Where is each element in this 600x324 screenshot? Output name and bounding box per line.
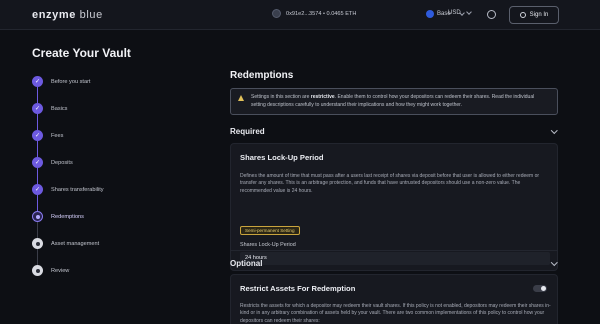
wallet-avatar-icon bbox=[272, 9, 281, 18]
check-icon: ✓ bbox=[32, 103, 43, 114]
step-deposits[interactable]: ✓ Deposits bbox=[32, 149, 192, 184]
pending-step-icon bbox=[32, 265, 43, 276]
restrict-title: Restrict Assets For Redemption bbox=[240, 284, 356, 293]
step-label: Deposits bbox=[51, 159, 73, 166]
warning-text-pre: Settings in this section are bbox=[251, 94, 311, 100]
main-content: Redemptions Settings in this section are… bbox=[230, 70, 560, 324]
step-review[interactable]: Review bbox=[32, 257, 192, 284]
top-bar: enzyme blue 0x91e2...3574 • 0.0465 ETH B… bbox=[0, 0, 600, 30]
chevron-down-icon bbox=[465, 9, 472, 15]
warning-icon bbox=[238, 95, 244, 101]
enzyme-logo[interactable]: enzyme blue bbox=[32, 9, 103, 21]
lockup-title: Shares Lock-Up Period bbox=[240, 153, 324, 162]
page-title: Create Your Vault bbox=[32, 46, 131, 60]
restrict-assets-card: Restrict Assets For Redemption Restricts… bbox=[230, 274, 558, 324]
lockup-period-input[interactable]: 24 hours bbox=[240, 252, 550, 265]
restrictive-warning: Settings in this section are restrictive… bbox=[230, 88, 558, 115]
wallet-address: 0x91e2...3574 • 0.0465 ETH bbox=[286, 10, 357, 17]
check-icon: ✓ bbox=[32, 76, 43, 87]
section-title: Redemptions bbox=[230, 70, 294, 81]
lockup-description: Defines the amount of time that must pas… bbox=[240, 173, 540, 194]
wallet-button[interactable]: 0x91e2...3574 • 0.0465 ETH bbox=[272, 9, 356, 18]
step-fees[interactable]: ✓ Fees bbox=[32, 122, 192, 157]
current-step-icon bbox=[32, 211, 43, 222]
chevron-down-icon[interactable] bbox=[550, 127, 557, 134]
step-label: Shares transferability bbox=[51, 186, 104, 193]
divider bbox=[230, 250, 558, 251]
theme-toggle-icon[interactable] bbox=[487, 10, 496, 19]
pending-step-icon bbox=[32, 238, 43, 249]
lockup-period-card: Shares Lock-Up Period Defines the amount… bbox=[230, 143, 558, 271]
restrict-description: Restricts the assets for which a deposit… bbox=[240, 303, 551, 324]
step-asset-management[interactable]: Asset management bbox=[32, 230, 192, 265]
lockup-field-label: Shares Lock-Up Period bbox=[240, 242, 296, 248]
currency-label: USD bbox=[448, 10, 461, 16]
sign-in-label: Sign In bbox=[529, 12, 549, 18]
semi-permanent-badge: Semi-permanent Setting bbox=[240, 226, 300, 235]
step-redemptions[interactable]: Redemptions bbox=[32, 203, 192, 238]
check-icon: ✓ bbox=[32, 157, 43, 168]
step-label: Before you start bbox=[51, 78, 91, 85]
restrict-assets-toggle[interactable] bbox=[533, 285, 547, 292]
step-label: Redemptions bbox=[51, 213, 84, 220]
optional-group-title: Optional bbox=[230, 259, 263, 268]
step-label: Asset management bbox=[51, 240, 100, 247]
sign-in-button[interactable]: Sign In bbox=[509, 6, 559, 24]
step-label: Review bbox=[51, 267, 70, 274]
currency-selector[interactable]: USD bbox=[448, 9, 472, 16]
logo-wordmark: enzyme bbox=[32, 9, 76, 21]
check-icon: ✓ bbox=[32, 184, 43, 195]
user-icon bbox=[519, 12, 526, 18]
step-label: Basics bbox=[51, 105, 68, 112]
warning-text-bold: restrictive bbox=[310, 94, 335, 100]
step-shares-transferability[interactable]: ✓ Shares transferability bbox=[32, 176, 192, 211]
step-before-you-start[interactable]: ✓ Before you start bbox=[32, 68, 192, 103]
logo-suffix: blue bbox=[79, 9, 103, 21]
base-network-icon bbox=[426, 10, 434, 18]
step-basics[interactable]: ✓ Basics bbox=[32, 95, 192, 130]
wizard-stepper: ✓ Before you start ✓ Basics ✓ Fees ✓ Deposit… bbox=[32, 68, 192, 284]
required-group-title: Required bbox=[230, 127, 265, 136]
step-label: Fees bbox=[51, 132, 64, 139]
check-icon: ✓ bbox=[32, 130, 43, 141]
